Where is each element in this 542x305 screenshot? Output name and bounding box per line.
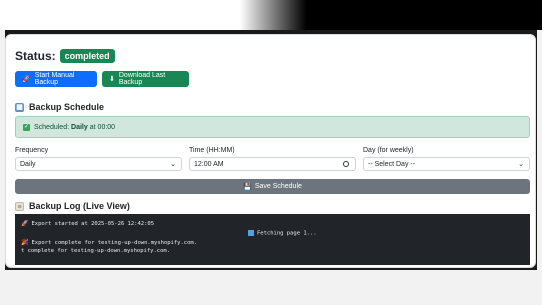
start-manual-backup-label: Start Manual Backup (34, 72, 75, 86)
background-right (537, 30, 542, 270)
log-line: Fetching page 1... (248, 230, 317, 237)
log-line-text: Fetching page 1... (257, 230, 317, 237)
log-line-text: Export started at 2025-05-26 12:42:05 (31, 221, 155, 227)
frequency-label: Frequency (15, 147, 49, 154)
download-last-backup-button[interactable]: ⬇ Download Last Backup (102, 71, 189, 87)
log-section-title: ≡ Backup Log (Live View) (15, 201, 130, 211)
day-select[interactable]: -- Select Day -- ⌄ (363, 157, 530, 171)
status-badge: completed (59, 49, 115, 63)
floppy-disk-icon: 💾 (243, 183, 252, 191)
chevron-down-icon: ⌄ (170, 161, 176, 168)
check-icon: ✓ (23, 123, 30, 131)
log-line-text: Export complete for testing-up-down.mysh… (31, 240, 198, 246)
day-label: Day (for weekly) (363, 147, 414, 154)
background-bottom (0, 270, 542, 305)
background-top-left (0, 0, 240, 30)
alert-suffix: at 00:00 (89, 123, 116, 131)
rocket-icon: 🚀 (21, 220, 29, 227)
status-label: Status: (15, 49, 56, 63)
backup-card: Status: completed 🚀 Start Manual Backup … (5, 34, 536, 268)
log-line: t complete for testing-up-down.myshopify… (21, 248, 170, 254)
rocket-icon: 🚀 (22, 76, 31, 83)
frequency-select[interactable]: Daily ⌄ (15, 157, 182, 171)
download-icon: ⬇ (109, 76, 115, 83)
alert-frequency: Daily (71, 123, 88, 131)
save-schedule-button[interactable]: 💾 Save Schedule (15, 179, 530, 194)
page-icon (248, 230, 254, 236)
chevron-down-icon: ⌄ (518, 161, 524, 168)
day-value: -- Select Day -- (368, 160, 416, 168)
alert-prefix: Scheduled: (34, 123, 70, 131)
calendar-icon: ▦ (15, 102, 24, 112)
download-last-backup-label: Download Last Backup (118, 72, 166, 86)
notepad-icon: ≡ (15, 201, 24, 211)
action-buttons: 🚀 Start Manual Backup ⬇ Download Last Ba… (15, 71, 189, 87)
log-line: 🚀 Export started at 2025-05-26 12:42:05 (21, 220, 154, 227)
backup-log: 🚀 Export started at 2025-05-26 12:42:05 F… (15, 214, 530, 265)
party-popper-icon: 🎉 (21, 239, 29, 246)
status-row: Status: completed (15, 48, 115, 64)
log-title-text: Backup Log (Live View) (29, 201, 130, 211)
time-input[interactable]: 12:00 AM (189, 157, 356, 171)
save-schedule-label: Save Schedule (254, 183, 302, 190)
start-manual-backup-button[interactable]: 🚀 Start Manual Backup (15, 71, 97, 87)
background-top-right (240, 0, 542, 30)
clock-icon[interactable] (343, 161, 349, 167)
schedule-alert: ✓ Scheduled: Daily at 00:00 (15, 116, 530, 138)
time-value: 12:00 AM (194, 160, 224, 168)
schedule-section-title: ▦ Backup Schedule (15, 102, 104, 112)
time-label: Time (HH:MM) (189, 147, 235, 154)
log-line: 🎉 Export complete for testing-up-down.mys… (21, 239, 197, 246)
schedule-title-text: Backup Schedule (29, 102, 105, 112)
frequency-value: Daily (20, 160, 36, 168)
log-line-text: t complete for testing-up-down.myshopify… (21, 248, 171, 254)
